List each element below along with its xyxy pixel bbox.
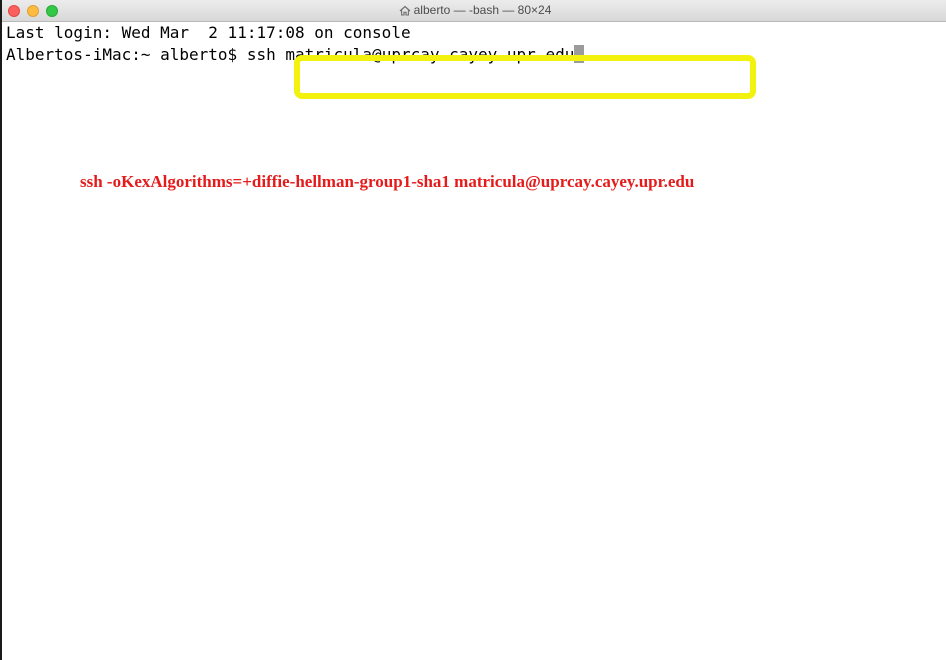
command-highlight-box — [294, 55, 756, 99]
window-title-text: alberto — -bash — 80×24 — [413, 3, 552, 17]
terminal-content[interactable]: Last login: Wed Mar 2 11:17:08 on consol… — [6, 22, 946, 660]
terminal-window: alberto — -bash — 80×24 Last login: Wed … — [0, 0, 946, 660]
shell-prompt: Albertos-iMac:~ alberto$ — [6, 45, 247, 64]
alternative-command-annotation: ssh -oKexAlgorithms=+diffie-hellman-grou… — [80, 172, 695, 191]
title-bar[interactable]: alberto — -bash — 80×24 — [2, 0, 946, 22]
last-login-line: Last login: Wed Mar 2 11:17:08 on consol… — [6, 23, 411, 42]
window-title: alberto — -bash — 80×24 — [2, 3, 946, 17]
home-icon — [399, 5, 411, 16]
